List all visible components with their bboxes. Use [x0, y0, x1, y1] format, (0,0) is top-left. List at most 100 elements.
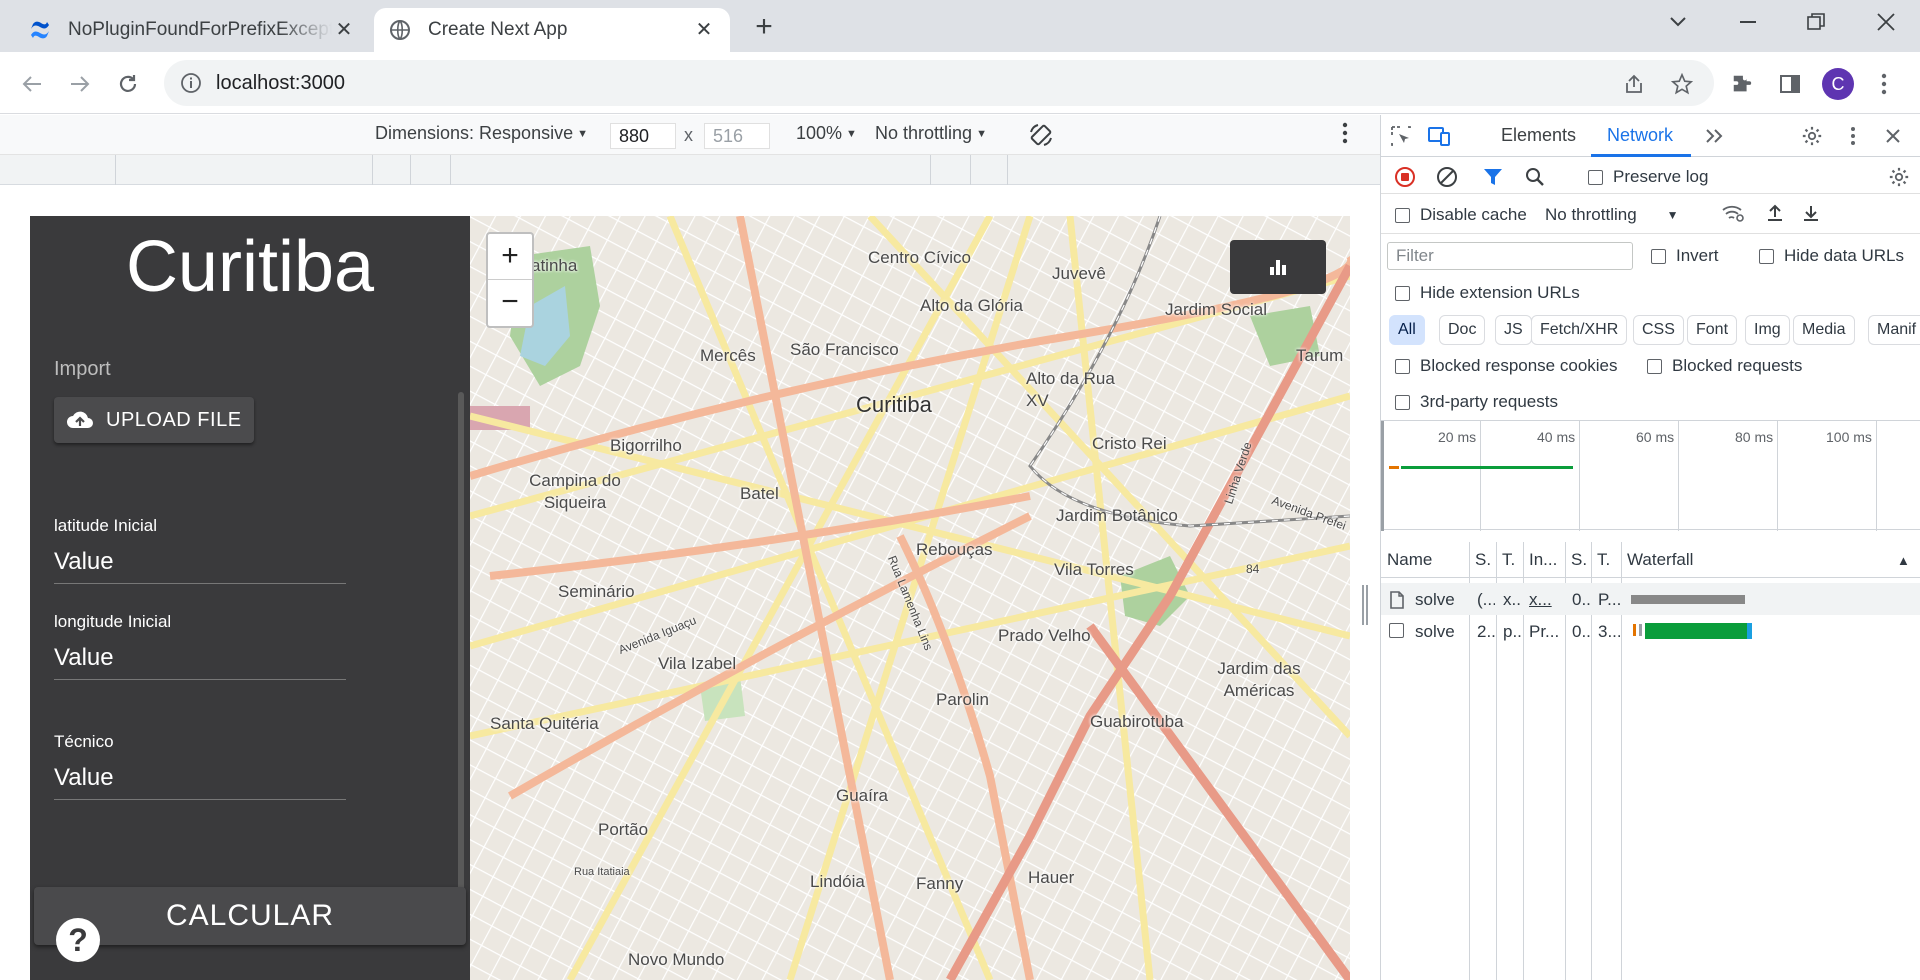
- network-conditions-icon[interactable]: [1719, 199, 1747, 227]
- hide-extension-urls-checkbox[interactable]: Hide extension URLs: [1395, 283, 1580, 303]
- viewport-resize-handle[interactable]: [1362, 585, 1368, 625]
- latitude-input[interactable]: Value: [54, 542, 346, 584]
- sidebar-scrollbar[interactable]: [458, 392, 464, 902]
- rotate-icon[interactable]: [1028, 122, 1054, 148]
- share-icon[interactable]: [1616, 66, 1652, 102]
- type-filter-fetch[interactable]: Fetch/XHR: [1531, 315, 1628, 345]
- filter-icon[interactable]: [1479, 163, 1507, 191]
- zoom-out-button[interactable]: −: [488, 280, 532, 326]
- hide-data-urls-checkbox[interactable]: Hide data URLs: [1759, 246, 1904, 266]
- device-toggle-icon[interactable]: [1425, 122, 1453, 150]
- col-waterfall[interactable]: Waterfall: [1627, 550, 1693, 570]
- chart-button[interactable]: [1230, 240, 1326, 294]
- type-filter-manifest[interactable]: Manif: [1868, 315, 1920, 345]
- map-label: Santa Quitéria: [490, 714, 599, 733]
- map-label: São Francisco: [790, 340, 899, 359]
- device-toolbar-more-icon[interactable]: [1342, 122, 1348, 144]
- throttling-dropdown[interactable]: No throttling ▼: [1545, 205, 1679, 225]
- upload-file-button[interactable]: UPLOAD FILE: [54, 397, 254, 443]
- row-initiator[interactable]: x...: [1529, 590, 1563, 610]
- type-filter-doc[interactable]: Doc: [1439, 315, 1486, 345]
- type-filter-img[interactable]: Img: [1745, 315, 1790, 345]
- import-har-icon[interactable]: [1761, 199, 1789, 227]
- row-size: 0...: [1572, 622, 1590, 641]
- overview-download-bar: [1401, 466, 1573, 469]
- zoom-in-button[interactable]: +: [488, 234, 532, 280]
- type-filter-css[interactable]: CSS: [1633, 315, 1684, 345]
- forward-button[interactable]: [62, 66, 98, 102]
- more-tabs-icon[interactable]: [1701, 122, 1729, 150]
- close-devtools-icon[interactable]: [1879, 122, 1907, 150]
- settings-gear-icon[interactable]: [1798, 122, 1826, 150]
- help-button[interactable]: ?: [56, 918, 100, 962]
- back-button[interactable]: [14, 66, 50, 102]
- map-label: Vila Torres: [1054, 560, 1134, 579]
- longitude-input[interactable]: Value: [54, 638, 346, 680]
- filter-input[interactable]: Filter: [1387, 242, 1633, 270]
- tecnico-input[interactable]: Value: [54, 758, 346, 800]
- timeline-tick: 60 ms: [1636, 429, 1675, 445]
- map-label: Bigorrilho: [610, 436, 682, 455]
- blocked-requests-checkbox[interactable]: Blocked requests: [1647, 356, 1802, 376]
- col-name[interactable]: Name: [1387, 550, 1432, 570]
- bookmark-star-icon[interactable]: [1664, 66, 1700, 102]
- network-overview[interactable]: 20 ms 40 ms 60 ms 80 ms 100 ms: [1381, 420, 1920, 531]
- tab-search-icon[interactable]: [1658, 6, 1698, 38]
- close-window-button[interactable]: [1866, 6, 1906, 38]
- map-view[interactable]: Centro Cívico Juvevê Alto da Glória Jard…: [470, 216, 1350, 980]
- address-bar[interactable]: localhost:3000: [164, 60, 1714, 106]
- clear-icon[interactable]: [1433, 163, 1461, 191]
- blocked-response-cookies-checkbox[interactable]: Blocked response cookies: [1395, 356, 1618, 376]
- inspect-element-icon[interactable]: [1387, 122, 1415, 150]
- col-status[interactable]: S.: [1475, 550, 1491, 570]
- reload-button[interactable]: [110, 66, 146, 102]
- tab-network[interactable]: Network: [1607, 125, 1673, 146]
- profile-avatar[interactable]: C: [1820, 66, 1856, 102]
- type-filter-font[interactable]: Font: [1687, 315, 1738, 345]
- chrome-menu-icon[interactable]: [1866, 66, 1902, 102]
- network-settings-icon[interactable]: [1885, 163, 1913, 191]
- col-initiator[interactable]: In...: [1529, 550, 1557, 570]
- viewport-width-input[interactable]: 880: [610, 123, 676, 149]
- zoom-dropdown[interactable]: 100% ▼: [796, 123, 857, 144]
- type-filter-js[interactable]: JS: [1495, 315, 1532, 345]
- disable-cache-checkbox[interactable]: Disable cache: [1395, 205, 1527, 225]
- tab-elements[interactable]: Elements: [1501, 125, 1576, 146]
- export-har-icon[interactable]: [1797, 199, 1825, 227]
- dimensions-dropdown[interactable]: Dimensions: Responsive ▼: [375, 123, 588, 144]
- restore-button[interactable]: [1796, 6, 1836, 38]
- col-size[interactable]: S.: [1571, 550, 1587, 570]
- close-tab-icon[interactable]: ✕: [692, 18, 716, 42]
- row-size: 0...: [1572, 590, 1590, 609]
- table-row[interactable]: solve 2... p... Pr... 0... 3...: [1381, 615, 1920, 647]
- new-tab-button[interactable]: +: [748, 12, 780, 44]
- confluence-icon: [31, 21, 49, 39]
- col-type[interactable]: T.: [1502, 550, 1515, 570]
- devtools-menu-icon[interactable]: [1839, 122, 1867, 150]
- side-panel-icon[interactable]: [1772, 66, 1808, 102]
- browser-tab-inactive[interactable]: NoPluginFoundForPrefixException ✕: [14, 8, 370, 52]
- request-checkbox[interactable]: [1389, 623, 1404, 638]
- site-info-icon[interactable]: [180, 72, 202, 94]
- map-label: Guaíra: [836, 786, 888, 805]
- search-icon[interactable]: [1521, 163, 1549, 191]
- extensions-icon[interactable]: [1724, 66, 1760, 102]
- tab-strip: NoPluginFoundForPrefixException ✕ Create…: [0, 0, 1920, 52]
- type-filter-all[interactable]: All: [1389, 315, 1425, 345]
- network-throttle-dropdown[interactable]: No throttling ▼: [875, 123, 987, 144]
- invert-checkbox[interactable]: Invert: [1651, 246, 1719, 266]
- table-row[interactable]: solve (... x... x... 0... P...: [1381, 583, 1920, 615]
- preserve-log-checkbox[interactable]: Preserve log: [1588, 167, 1708, 187]
- minimize-button[interactable]: [1728, 6, 1768, 38]
- type-filter-media[interactable]: Media: [1793, 315, 1855, 345]
- import-label: Import: [54, 358, 111, 380]
- sort-up-icon[interactable]: ▲: [1897, 553, 1910, 568]
- record-icon[interactable]: [1391, 163, 1419, 191]
- third-party-requests-checkbox[interactable]: 3rd-party requests: [1395, 392, 1558, 412]
- viewport-height-input[interactable]: 516: [704, 123, 770, 149]
- close-tab-icon[interactable]: ✕: [332, 18, 356, 42]
- request-table-header: Name S. T. In... S. T. Waterfall ▲: [1381, 542, 1920, 578]
- media-query-ruler[interactable]: [0, 155, 1380, 185]
- col-time[interactable]: T.: [1597, 550, 1610, 570]
- browser-tab-active[interactable]: Create Next App ✕: [374, 8, 730, 52]
